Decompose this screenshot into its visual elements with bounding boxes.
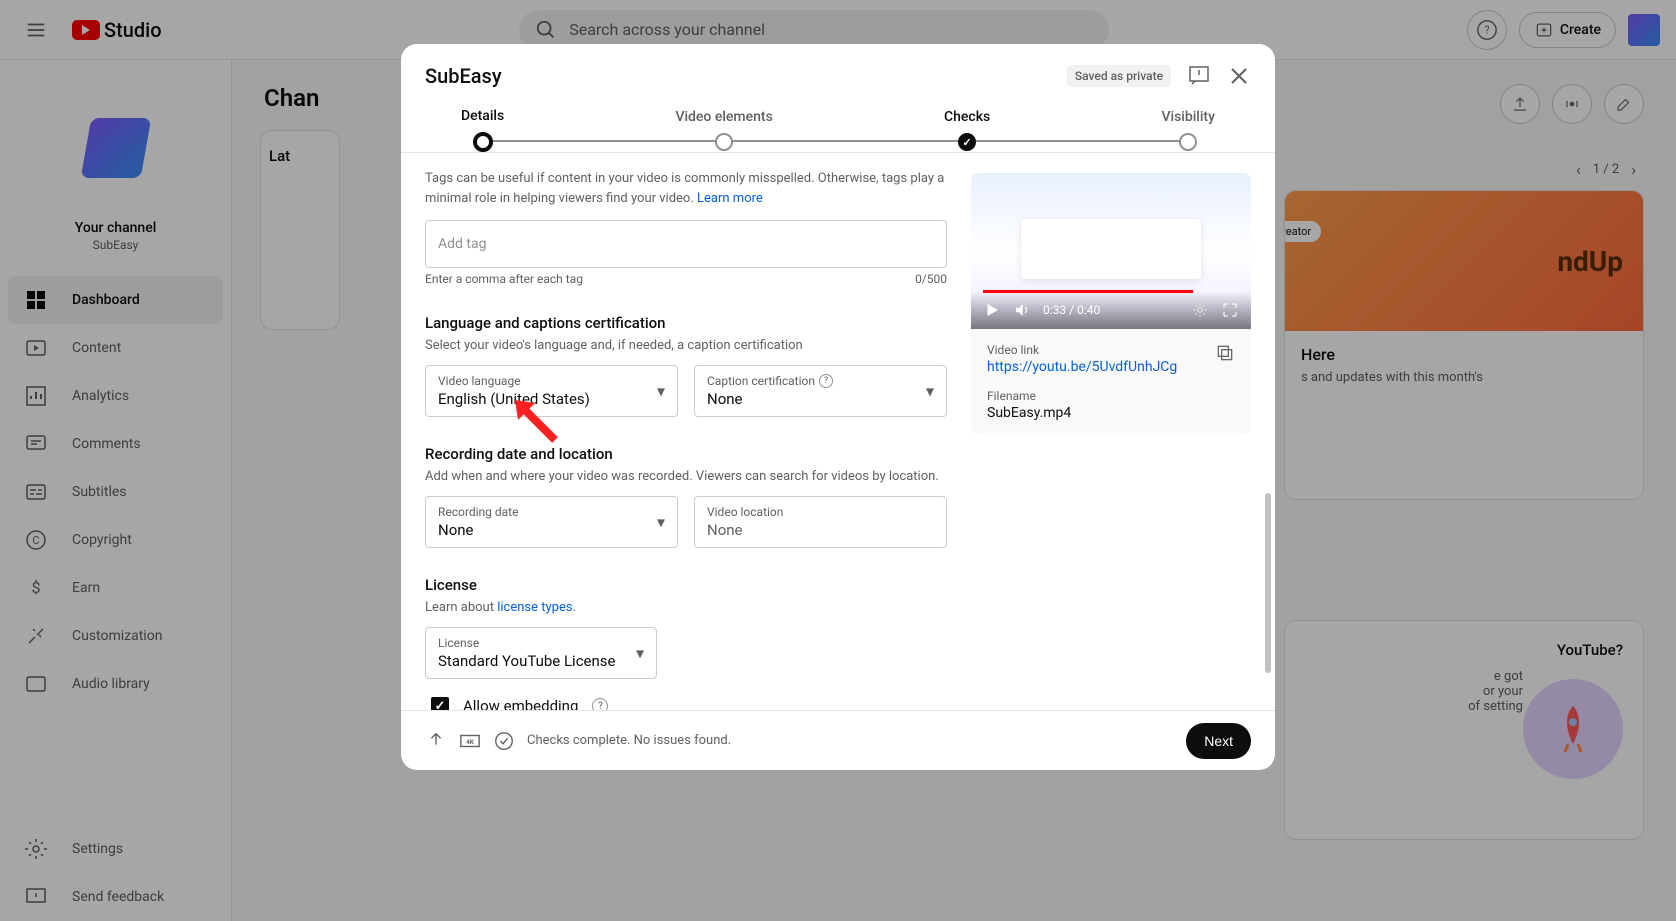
video-player[interactable]: Transcription & Subtitle Platform Powere…: [971, 173, 1251, 329]
save-status: Saved as private: [1067, 65, 1171, 87]
step-video-elements[interactable]: Video elements: [675, 109, 772, 151]
filename-value: SubEasy.mp4: [987, 405, 1235, 421]
language-section-title: Language and captions certification: [425, 314, 947, 332]
video-language-select[interactable]: Video language English (United States) ▾: [425, 365, 678, 417]
recording-date-select[interactable]: Recording date None ▾: [425, 496, 678, 548]
caption-certification-select[interactable]: Caption certification ? None ▾: [694, 365, 947, 417]
video-link[interactable]: https://youtu.be/5UvdfUnhJCg: [987, 359, 1177, 375]
video-preview: Transcription & Subtitle Platform Powere…: [971, 173, 1251, 435]
svg-text:4K: 4K: [466, 737, 475, 745]
checks-status: Checks complete. No issues found.: [527, 733, 731, 748]
chevron-down-icon: ▾: [657, 513, 665, 532]
step-details[interactable]: Details: [461, 108, 504, 152]
filename-label: Filename: [987, 389, 1235, 403]
tags-help: Tags can be useful if content in your vi…: [425, 169, 947, 208]
license-select[interactable]: License Standard YouTube License ▾: [425, 627, 657, 679]
check-circle-icon: [493, 730, 515, 752]
chevron-down-icon: ▾: [657, 382, 665, 401]
upload-modal: SubEasy Saved as private Details Video e…: [401, 44, 1275, 770]
scrollbar[interactable]: [1265, 493, 1271, 673]
volume-icon[interactable]: [1013, 301, 1031, 319]
help-icon[interactable]: ?: [819, 374, 833, 388]
allow-embedding-label: Allow embedding: [463, 697, 578, 710]
close-icon[interactable]: [1227, 64, 1251, 88]
modal-title: SubEasy: [425, 64, 502, 88]
license-types-link[interactable]: license types: [497, 600, 572, 615]
settings-icon[interactable]: [1191, 301, 1209, 319]
help-icon[interactable]: ?: [592, 698, 608, 710]
tags-input[interactable]: Add tag: [425, 220, 947, 268]
video-link-label: Video link: [987, 343, 1177, 357]
video-location-input[interactable]: Video location None: [694, 496, 947, 548]
recording-section-title: Recording date and location: [425, 445, 947, 463]
fullscreen-icon[interactable]: [1221, 301, 1239, 319]
recording-section-desc: Add when and where your video was record…: [425, 469, 947, 484]
tags-counter: 0/500: [915, 272, 947, 286]
chevron-down-icon: ▾: [636, 644, 644, 663]
play-icon[interactable]: [983, 301, 1001, 319]
step-visibility[interactable]: Visibility: [1161, 109, 1214, 151]
allow-embedding-checkbox[interactable]: [431, 697, 449, 710]
stepper: Details Video elements Checks Visibility: [401, 100, 1275, 152]
copy-link-button[interactable]: [1215, 343, 1235, 368]
learn-more-link[interactable]: Learn more: [697, 191, 763, 206]
next-button[interactable]: Next: [1186, 723, 1251, 759]
license-section-desc: Learn about license types.: [425, 600, 947, 615]
hd-icon: 4K: [459, 730, 481, 752]
modal-overlay: SubEasy Saved as private Details Video e…: [0, 0, 1676, 921]
tags-hint: Enter a comma after each tag: [425, 272, 583, 286]
upload-status-icon: [425, 730, 447, 752]
video-time: 0:33 / 0:40: [1043, 303, 1100, 317]
feedback-icon[interactable]: [1187, 64, 1211, 88]
step-checks[interactable]: Checks: [944, 109, 990, 151]
license-section-title: License: [425, 576, 947, 594]
copy-icon: [1215, 343, 1235, 363]
chevron-down-icon: ▾: [926, 382, 934, 401]
language-section-desc: Select your video's language and, if nee…: [425, 338, 947, 353]
